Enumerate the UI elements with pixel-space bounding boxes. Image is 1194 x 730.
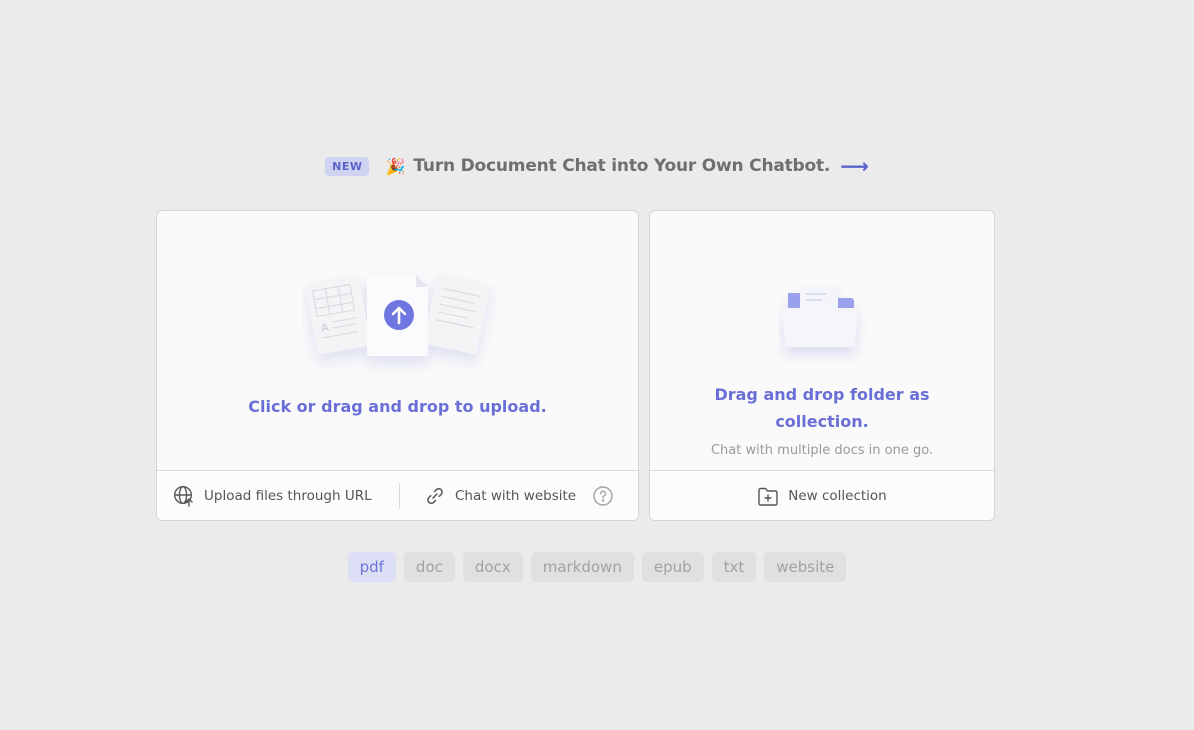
- documents-illustration-icon: A: [302, 269, 497, 383]
- collection-card-footer: New collection: [650, 470, 994, 520]
- upload-dropzone[interactable]: A Click or drag and drop to upload. Uplo…: [156, 210, 639, 521]
- new-badge: NEW: [325, 156, 370, 176]
- chat-website-label: Chat with website: [455, 487, 577, 504]
- file-type-chip: docx: [462, 552, 523, 582]
- link-icon: [424, 485, 446, 507]
- announcement-text[interactable]: Turn Document Chat into Your Own Chatbot…: [413, 156, 830, 176]
- file-type-chip: epub: [641, 552, 704, 582]
- upload-card-footer: Upload files through URL Chat with websi…: [157, 470, 638, 520]
- file-type-chip: txt: [711, 552, 757, 582]
- upload-url-label: Upload files through URL: [204, 487, 372, 504]
- folder-illustration-icon: [778, 283, 868, 367]
- globe-upload-icon: [173, 485, 195, 507]
- file-type-chip: markdown: [530, 552, 634, 582]
- upload-url-button[interactable]: Upload files through URL: [173, 485, 399, 507]
- file-type-list: pdf doc docx markdown epub txt website: [0, 552, 1194, 582]
- footer-divider: [399, 482, 400, 509]
- new-collection-label: New collection: [788, 487, 887, 504]
- help-icon[interactable]: [592, 485, 614, 507]
- upload-title: Click or drag and drop to upload.: [248, 397, 547, 416]
- chat-website-button[interactable]: Chat with website: [424, 485, 576, 507]
- collection-dropzone[interactable]: Drag and drop folder as collection. Chat…: [649, 210, 995, 521]
- collection-subtitle: Chat with multiple docs in one go.: [710, 443, 934, 458]
- file-type-chip: pdf: [347, 552, 396, 582]
- new-collection-button[interactable]: New collection: [757, 485, 887, 507]
- party-popper-icon: 🎉: [385, 156, 406, 176]
- folder-plus-icon: [757, 485, 779, 507]
- file-type-chip: doc: [403, 552, 455, 582]
- arrow-right-icon[interactable]: ⟶: [840, 154, 869, 178]
- announcement-banner[interactable]: NEW 🎉 Turn Document Chat into Your Own C…: [0, 152, 1194, 180]
- collection-title: Drag and drop folder as collection.: [714, 385, 930, 431]
- file-type-chip: website: [764, 552, 847, 582]
